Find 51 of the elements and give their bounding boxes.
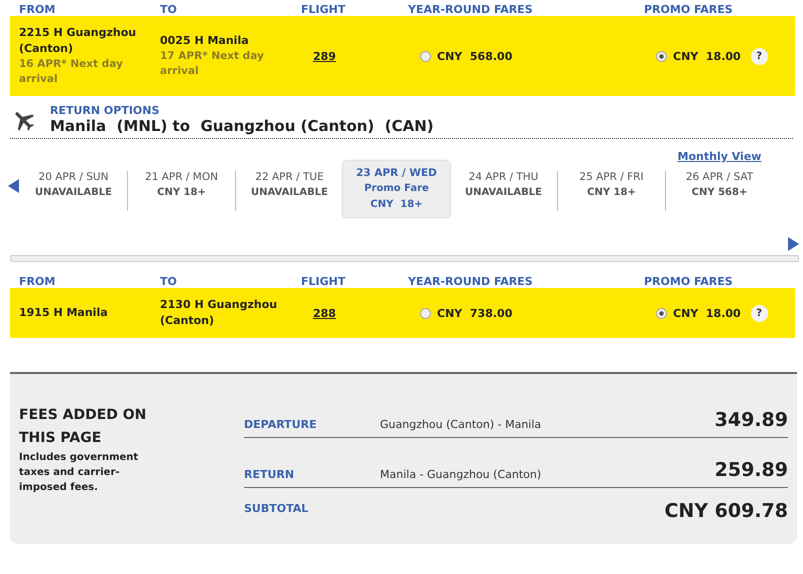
fee-amount: 349.89 (714, 409, 788, 431)
date-tab[interactable]: 24 APR / THU UNAVAILABLE (450, 169, 557, 213)
date-tab[interactable]: 22 APR / TUE UNAVAILABLE (236, 169, 343, 213)
column-header: FROM (19, 2, 56, 16)
date-note: 16 APR* Next day arrival (19, 57, 124, 87)
fee-label: DEPARTURE (244, 418, 318, 431)
subtotal-amount: CNY 609.78 (664, 500, 788, 522)
fee-amount: 259.89 (714, 459, 788, 481)
date-tab[interactable]: 20 APR / SUN UNAVAILABLE (20, 169, 127, 213)
column-header: YEAR-ROUND FARES (408, 2, 534, 16)
fare-radio[interactable] (656, 308, 667, 318)
flight-number-link[interactable]: 289 (313, 50, 336, 62)
fees-note: Includes government taxes and carrier-imposed fees. (19, 451, 139, 495)
column-header: TO (160, 2, 178, 16)
fare-price: CNY 18.00 (673, 306, 741, 320)
departure-time: 1915 H Manila (19, 305, 109, 321)
right-arrow-icon[interactable] (787, 237, 799, 251)
date-tab[interactable]: 21 APR / MON CNY 18+ (128, 169, 235, 213)
column-header: TO (160, 274, 178, 288)
column-header: PROMO FARES (644, 2, 734, 16)
scrollbar[interactable] (10, 255, 799, 262)
fare-price: CNY 738.00 (437, 306, 512, 320)
column-header: YEAR-ROUND FARES (408, 274, 534, 288)
help-button[interactable]: ? (750, 48, 768, 64)
fare-radio[interactable] (656, 50, 667, 62)
left-arrow-icon[interactable] (8, 179, 20, 193)
fee-route: Guangzhou (Canton) - Manila (380, 418, 542, 431)
date-tab[interactable]: 26 APR / SAT CNY 568+ (666, 169, 773, 213)
monthly-view-link[interactable]: Monthly View (678, 150, 762, 163)
date-tab[interactable]: 25 APR / FRI CNY 18+ (558, 169, 665, 213)
column-header: PROMO FARES (644, 274, 734, 288)
fare-price: CNY 568.00 (437, 50, 512, 62)
help-button[interactable]: ? (750, 304, 768, 322)
column-header: FLIGHT (301, 2, 346, 16)
date-note: 17 APR* Next day arrival (160, 49, 265, 79)
fee-label: RETURN (244, 468, 296, 481)
return-options-label: RETURN OPTIONS (50, 104, 160, 117)
date-tab[interactable]: 23 APR / WED Promo Fare CNY 18+ (343, 161, 450, 217)
fare-price: CNY 18.00 (673, 50, 741, 62)
fare-radio[interactable] (420, 308, 431, 318)
column-header: FLIGHT (301, 274, 346, 288)
column-header: FROM (19, 274, 56, 288)
fare-radio[interactable] (420, 50, 431, 62)
arrival-time: 0025 H Manila (160, 33, 250, 49)
arrival-time: 2130 H Guangzhou (Canton) (160, 297, 278, 329)
flight-number-link[interactable]: 288 (313, 306, 336, 320)
departure-time: 2215 H Guangzhou (Canton) (19, 25, 138, 57)
route-title: Manila (MNL) to Guangzhou (Canton) (CAN) (50, 117, 434, 135)
fee-route: Manila - Guangzhou (Canton) (380, 468, 542, 481)
fees-title: FEES ADDED ON THIS PAGE (19, 406, 148, 448)
subtotal-label: SUBTOTAL (244, 502, 310, 515)
